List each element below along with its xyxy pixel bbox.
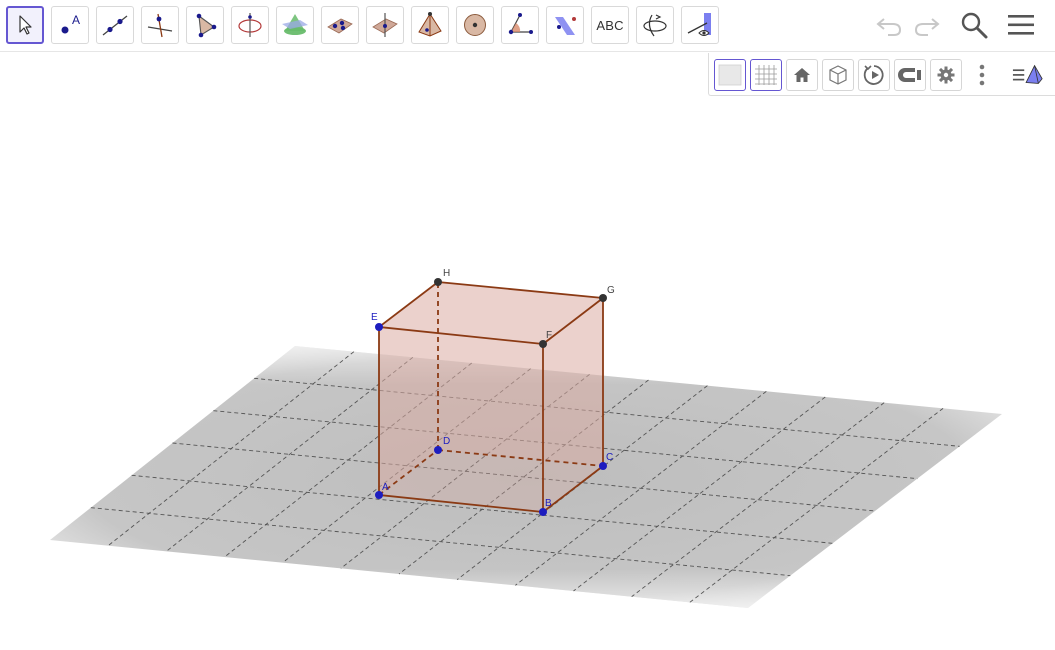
perpendicular-line-tool-button[interactable]: [141, 6, 179, 44]
line-icon: [102, 15, 128, 36]
undo-icon: [876, 18, 902, 36]
text-tool-label: ABC: [596, 17, 624, 33]
point-d[interactable]: [434, 446, 442, 454]
cube-faces: [379, 282, 603, 512]
circle-axis-icon: [238, 13, 262, 37]
clipping-box-icon: [898, 68, 921, 82]
label-a: A: [382, 482, 389, 493]
redo-icon: [914, 18, 940, 36]
main-toolbar: A ABC: [0, 0, 1055, 52]
view-from-front-tool-button[interactable]: [681, 6, 719, 44]
point-tool-button[interactable]: A: [51, 6, 89, 44]
sphere-tool-button[interactable]: [456, 6, 494, 44]
point-g[interactable]: [599, 294, 607, 302]
arrow-cursor-icon: [19, 15, 32, 35]
label-e: E: [371, 312, 378, 323]
search-button[interactable]: [957, 8, 991, 42]
rotate-view-button[interactable]: [858, 59, 890, 91]
reflect-plane-icon: [555, 17, 576, 35]
line-tool-button[interactable]: [96, 6, 134, 44]
angle-tool-button[interactable]: [501, 6, 539, 44]
label-h: H: [443, 268, 450, 279]
plane-three-points-tool-button[interactable]: [321, 6, 359, 44]
point-f[interactable]: [539, 340, 547, 348]
main-menu-button[interactable]: [1004, 8, 1038, 42]
standard-view-button[interactable]: [786, 59, 818, 91]
perpendicular-line-icon: [147, 13, 173, 38]
label-f: F: [546, 330, 552, 341]
cube-view-icon: [829, 65, 847, 85]
toggle-grid-button[interactable]: [750, 59, 782, 91]
face-back: [438, 282, 603, 466]
point-h[interactable]: [434, 278, 442, 286]
perpendicular-plane-icon: [372, 13, 398, 37]
undo-button[interactable]: [872, 8, 906, 42]
plane-icon: [718, 64, 742, 86]
grid-icon: [755, 65, 777, 85]
angle-icon: [508, 13, 533, 35]
move-tool-button[interactable]: [6, 6, 44, 44]
more-options-button[interactable]: [966, 59, 998, 91]
hamburger-menu-icon: [1008, 15, 1034, 35]
label-g: G: [607, 285, 615, 296]
point-icon: A: [61, 13, 80, 34]
label-c: C: [606, 452, 613, 463]
perpendicular-plane-tool-button[interactable]: [366, 6, 404, 44]
rotate-3d-icon: [643, 14, 667, 37]
intersect-surfaces-icon: [282, 14, 308, 35]
point-b[interactable]: [539, 508, 547, 516]
rotate-view-tool-button[interactable]: [636, 6, 674, 44]
toggle-axes-button[interactable]: [714, 59, 746, 91]
sphere-icon: [464, 14, 486, 36]
polygon-icon: [196, 13, 217, 38]
graphics-style-bar: [708, 53, 1055, 96]
rotate-play-icon: [863, 65, 884, 85]
pyramid-icon: [418, 12, 442, 37]
svg-text:A: A: [72, 13, 80, 27]
view-in-front-of-icon: [687, 13, 711, 36]
intersect-surfaces-tool-button[interactable]: [276, 6, 314, 44]
point-e[interactable]: [375, 323, 383, 331]
graphics-view-menu-button[interactable]: [1012, 59, 1044, 91]
view-direction-button[interactable]: [822, 59, 854, 91]
redo-button[interactable]: [910, 8, 944, 42]
search-icon: [961, 12, 988, 39]
pyramid-tool-button[interactable]: [411, 6, 449, 44]
home-icon: [794, 68, 810, 82]
plane-three-points-icon: [327, 18, 353, 34]
point-c[interactable]: [599, 462, 607, 470]
text-tool-button[interactable]: ABC: [591, 6, 629, 44]
label-b: B: [545, 498, 552, 509]
polygon-tool-button[interactable]: [186, 6, 224, 44]
settings-button[interactable]: [930, 59, 962, 91]
circle-axis-tool-button[interactable]: [231, 6, 269, 44]
reflect-tool-button[interactable]: [546, 6, 584, 44]
gear-icon: [937, 66, 955, 84]
vertical-dots-icon: [979, 64, 985, 86]
clipping-button[interactable]: [894, 59, 926, 91]
graphics-3d-menu-icon: [1012, 64, 1043, 84]
label-d: D: [443, 436, 450, 447]
graphics-view-3d[interactable]: A B C D E F G H: [0, 0, 1055, 650]
